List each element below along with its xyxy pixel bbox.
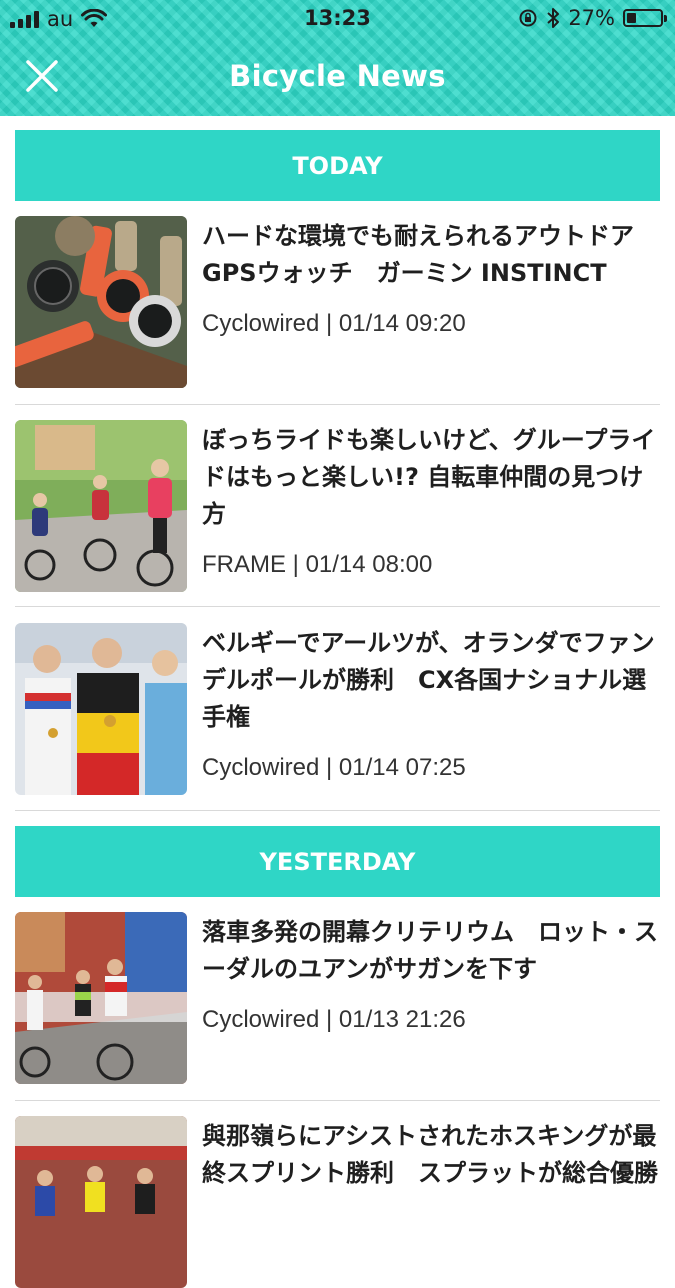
news-meta: Cyclowired | 01/14 07:25 [202,754,466,781]
divider [15,606,660,607]
battery-level [627,13,636,23]
news-text: ぼっちライドも楽しいけど、グループライドはもっと楽しい!? 自転車仲間の見つけ方… [202,422,660,579]
news-title: ベルギーでアールツが、オランダでファンデルポールが勝利 CX各国ナショナル選手権 [202,629,655,731]
news-thumbnail [15,420,187,592]
news-title: ぼっちライドも楽しいけど、グループライドはもっと楽しい!? 自転車仲間の見つけ方 [202,426,656,528]
battery-percent: 27% [568,6,615,30]
news-item[interactable]: ベルギーでアールツが、オランダでファンデルポールが勝利 CX各国ナショナル選手権… [15,623,660,795]
news-meta: Cyclowired | 01/14 09:20 [202,310,466,337]
orientation-lock-icon [519,9,537,27]
news-item[interactable]: ハードな環境でも耐えられるアウトドアGPSウォッチ ガーミン INSTINCT … [15,216,660,388]
bluetooth-icon [547,8,560,28]
status-right: 27% [518,6,667,30]
divider [15,404,660,405]
news-thumbnail [15,216,187,388]
news-meta: FRAME | 01/14 08:00 [202,551,433,578]
news-title: 與那嶺らにアシストされたホスキングが最終スプリント勝利 スプラットが総合優勝 [202,1122,658,1187]
news-thumbnail [15,912,187,1084]
status-bar: au 13:23 27% [0,0,675,38]
news-title: ハードな環境でも耐えられるアウトドアGPSウォッチ ガーミン INSTINCT [202,222,634,287]
nav-bar: Bicycle News [0,38,675,116]
news-thumbnail [15,623,187,795]
news-meta: Cyclowired | 01/13 21:26 [202,1006,466,1033]
section-header-today: TODAY [15,130,660,201]
page-title: Bicycle News [229,59,446,93]
news-text: ベルギーでアールツが、オランダでファンデルポールが勝利 CX各国ナショナル選手権… [202,625,660,782]
news-title: 落車多発の開幕クリテリウム ロット・スーダルのユアンがサガンを下す [202,918,658,983]
app-header: au 13:23 27% Bicycle News [0,0,675,116]
divider [15,1100,660,1101]
news-text: 落車多発の開幕クリテリウム ロット・スーダルのユアンがサガンを下す Cyclow… [202,914,660,1034]
section-header-yesterday: YESTERDAY [15,826,660,897]
battery-icon [623,9,667,27]
news-item[interactable]: 與那嶺らにアシストされたホスキングが最終スプリント勝利 スプラットが総合優勝 [15,1116,660,1288]
news-thumbnail [15,1116,187,1288]
news-text: ハードな環境でも耐えられるアウトドアGPSウォッチ ガーミン INSTINCT … [202,218,660,338]
divider [15,810,660,811]
news-item[interactable]: 落車多発の開幕クリテリウム ロット・スーダルのユアンがサガンを下す Cyclow… [15,912,660,1084]
news-item[interactable]: ぼっちライドも楽しいけど、グループライドはもっと楽しい!? 自転車仲間の見つけ方… [15,420,660,592]
news-text: 與那嶺らにアシストされたホスキングが最終スプリント勝利 スプラットが総合優勝 [202,1118,660,1210]
